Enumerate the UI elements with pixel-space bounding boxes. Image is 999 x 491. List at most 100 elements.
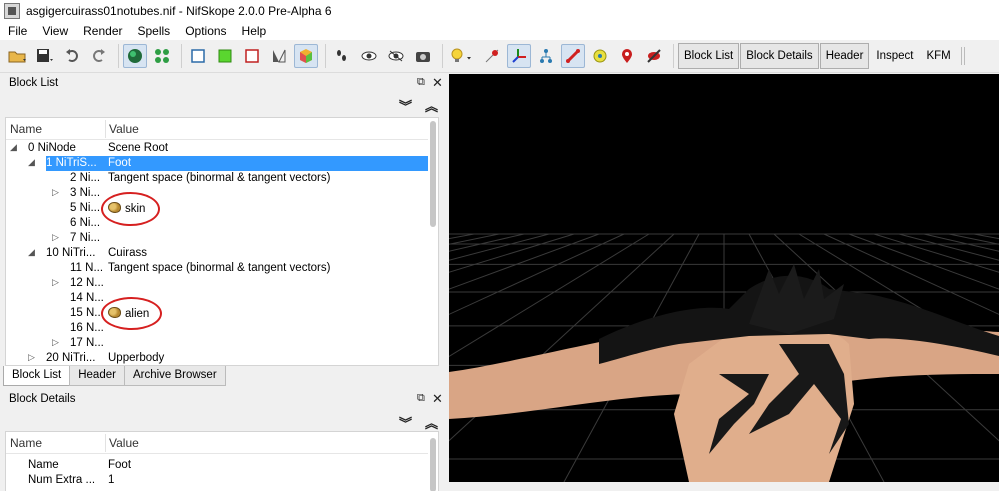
menu-bar: File View Render Spells Options Help bbox=[0, 21, 999, 40]
menu-options[interactable]: Options bbox=[177, 24, 233, 38]
block-details-dock: Block Details ⧉ ✕ ︾ ︽ Name Value Name Fo… bbox=[0, 389, 449, 491]
column-header-name[interactable]: Name bbox=[10, 122, 42, 136]
expand-arrow-icon[interactable]: ▷ bbox=[52, 337, 59, 348]
collapse-arrow-icon[interactable]: ◢ bbox=[28, 157, 35, 168]
tree-row-value: Tangent space (binormal & tangent vector… bbox=[108, 172, 331, 184]
open-folder-icon[interactable] bbox=[6, 44, 30, 68]
tree-row[interactable]: ▷ 12 N... bbox=[6, 276, 430, 291]
lightbulb-icon[interactable] bbox=[447, 44, 477, 68]
block-list-tree[interactable]: Name Value ◢ 0 NiNode Scene Root ◢ 1 NiTriS.… bbox=[5, 117, 439, 366]
tree-row-name: 20 NiTri... bbox=[46, 352, 96, 364]
menu-spells[interactable]: Spells bbox=[130, 24, 178, 38]
tree-row-name: 2 Ni... bbox=[70, 172, 101, 184]
tree-row-name: 7 Ni... bbox=[70, 232, 101, 244]
bounding-sphere-icon[interactable] bbox=[588, 44, 612, 68]
tree-row[interactable]: 6 Ni... bbox=[6, 216, 430, 231]
eye-hidden-icon[interactable] bbox=[384, 44, 408, 68]
tree-row[interactable]: ▷ 3 Ni... bbox=[6, 186, 430, 201]
tree-row[interactable]: 14 N... bbox=[6, 291, 430, 306]
screenshot-icon[interactable] bbox=[411, 44, 435, 68]
vertex-icon[interactable] bbox=[480, 44, 504, 68]
expand-arrow-icon[interactable]: ▷ bbox=[52, 277, 59, 288]
detail-value: Foot bbox=[108, 459, 132, 471]
tree-row[interactable]: ◢ 0 NiNode Scene Root bbox=[6, 141, 430, 156]
redo-icon[interactable] bbox=[87, 44, 111, 68]
tree-row[interactable]: 11 N... Tangent space (binormal & tangent… bbox=[6, 261, 430, 276]
toolbar-separator bbox=[118, 44, 119, 68]
globe-icon[interactable] bbox=[123, 44, 147, 68]
marker-icon[interactable] bbox=[615, 44, 639, 68]
close-dock-icon[interactable]: ✕ bbox=[432, 391, 443, 407]
undo-icon[interactable] bbox=[60, 44, 84, 68]
block-details-tree[interactable]: Name Value Name Foot Num Extra ... 1 bbox=[5, 431, 439, 491]
viewport-canvas[interactable] bbox=[449, 74, 999, 482]
close-dock-icon[interactable]: ✕ bbox=[432, 75, 443, 91]
block-details-scrollbar[interactable] bbox=[428, 432, 438, 491]
footprints-icon[interactable] bbox=[330, 44, 354, 68]
nodes-icon[interactable] bbox=[150, 44, 174, 68]
tree-row[interactable]: 15 N... alien bbox=[6, 306, 430, 321]
tree-row-name: 12 N... bbox=[70, 277, 104, 289]
detail-row[interactable]: Num Extra ... 1 bbox=[6, 473, 430, 488]
block-details-header: Name Value bbox=[6, 432, 438, 454]
menu-file[interactable]: File bbox=[0, 24, 34, 38]
tab-archive-browser[interactable]: Archive Browser bbox=[123, 366, 226, 386]
collapse-arrow-icon[interactable]: ◢ bbox=[10, 142, 17, 153]
view-front-icon[interactable] bbox=[213, 44, 237, 68]
flip-view-icon[interactable] bbox=[267, 44, 291, 68]
column-header-value[interactable]: Value bbox=[109, 122, 139, 136]
tree-row[interactable]: 5 Ni... skin bbox=[6, 201, 430, 216]
expand-arrow-icon[interactable]: ▷ bbox=[52, 187, 59, 198]
tree-row-name: 5 Ni... bbox=[70, 202, 101, 214]
tree-row[interactable]: 2 Ni... Tangent space (binormal & tangent… bbox=[6, 171, 430, 186]
tab-header[interactable]: Header bbox=[69, 366, 125, 386]
float-dock-icon[interactable]: ⧉ bbox=[417, 76, 425, 89]
menu-render[interactable]: Render bbox=[75, 24, 129, 38]
toolbar-overflow-handle[interactable] bbox=[958, 43, 968, 69]
axes-icon[interactable] bbox=[507, 44, 531, 68]
eye-icon[interactable] bbox=[357, 44, 381, 68]
menu-help[interactable]: Help bbox=[234, 24, 274, 38]
title-bar: asgigercuirass01notubes.nif - NifSkope 2… bbox=[0, 0, 999, 21]
tree-row[interactable]: ▷ 20 NiTri... Upperbody bbox=[6, 351, 430, 365]
column-header-name[interactable]: Name bbox=[10, 436, 42, 450]
tree-row[interactable]: ▷ 7 Ni... bbox=[6, 231, 430, 246]
toolbar-block-list-button[interactable]: Block List bbox=[678, 43, 740, 69]
toolbar-kfm-button[interactable]: KFM bbox=[920, 43, 956, 69]
tree-row[interactable]: ◢ 10 NiTri... Cuirass bbox=[6, 246, 430, 261]
expand-arrow-icon[interactable]: ▷ bbox=[52, 232, 59, 243]
tree-row-value: Tangent space (binormal & tangent vector… bbox=[108, 262, 331, 274]
tree-row-name: 3 Ni... bbox=[70, 187, 101, 199]
view-side-icon[interactable] bbox=[240, 44, 264, 68]
expand-all-icon[interactable]: ︾ bbox=[399, 96, 412, 115]
scrollbar-thumb[interactable] bbox=[430, 121, 436, 227]
render-viewport[interactable] bbox=[449, 74, 999, 482]
tab-block-list[interactable]: Block List bbox=[3, 366, 71, 386]
tree-row[interactable]: 16 N... bbox=[6, 321, 430, 336]
toolbar-inspect-button[interactable]: Inspect bbox=[870, 43, 919, 69]
collapse-all-icon[interactable]: ︽ bbox=[425, 96, 438, 115]
tree-row[interactable]: ◢ 1 NiTriS... Foot bbox=[6, 156, 430, 171]
view-top-icon[interactable] bbox=[186, 44, 210, 68]
tree-row[interactable]: ▷ 17 N... bbox=[6, 336, 430, 351]
detail-row[interactable]: Name Foot bbox=[6, 458, 430, 473]
perspective-cube-icon[interactable] bbox=[294, 44, 318, 68]
expand-arrow-icon[interactable]: ▷ bbox=[28, 352, 35, 363]
bones-icon[interactable] bbox=[561, 44, 585, 68]
tree-row-name: 17 N... bbox=[70, 337, 104, 349]
highlight-circle-alien bbox=[101, 297, 162, 330]
float-dock-icon[interactable]: ⧉ bbox=[417, 392, 425, 405]
toolbar-block-details-button[interactable]: Block Details bbox=[740, 43, 819, 69]
collision-icon[interactable] bbox=[642, 44, 666, 68]
expand-all-icon[interactable]: ︾ bbox=[399, 413, 412, 432]
column-header-value[interactable]: Value bbox=[109, 436, 139, 450]
menu-view[interactable]: View bbox=[34, 24, 75, 38]
collapse-arrow-icon[interactable]: ◢ bbox=[28, 247, 35, 258]
save-icon[interactable] bbox=[33, 44, 57, 68]
scrollbar-thumb[interactable] bbox=[430, 438, 436, 491]
block-list-scrollbar[interactable] bbox=[428, 118, 438, 365]
nodes-tree-icon[interactable] bbox=[534, 44, 558, 68]
toolbar-separator bbox=[181, 44, 182, 68]
toolbar-header-button[interactable]: Header bbox=[819, 43, 870, 69]
collapse-all-icon[interactable]: ︽ bbox=[425, 413, 438, 432]
